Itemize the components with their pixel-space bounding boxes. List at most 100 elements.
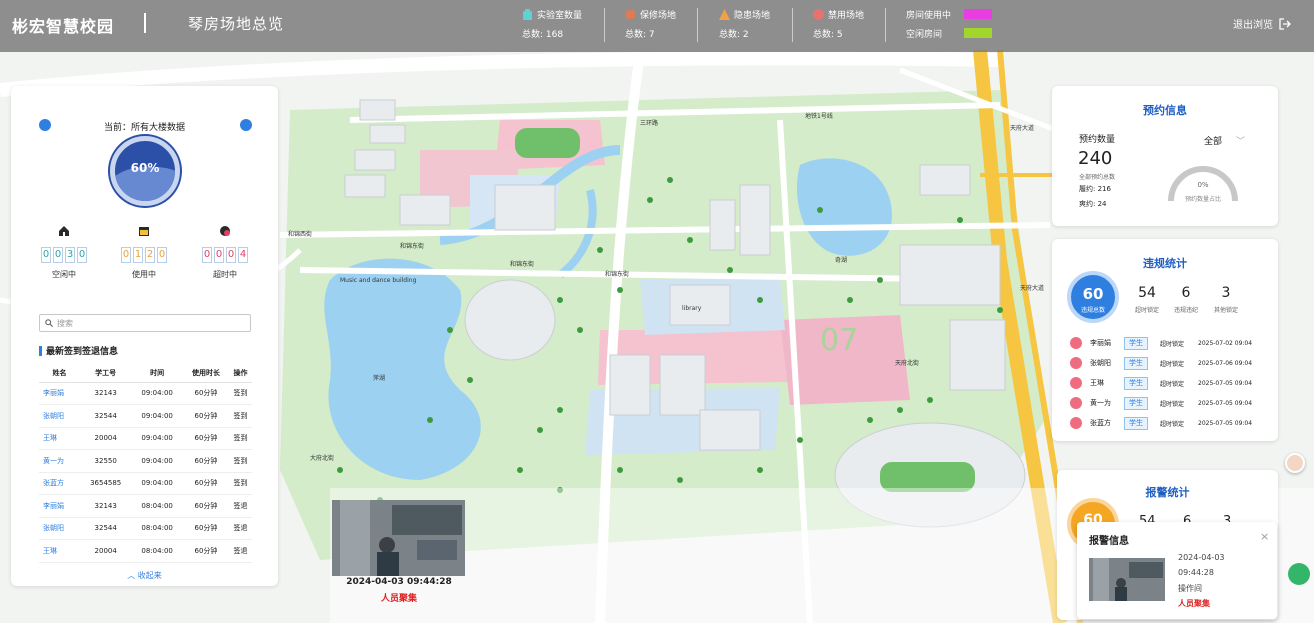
alarm-popup-snapshot[interactable] (1089, 558, 1165, 601)
violation-stat: 3 其他锁定 (1213, 285, 1238, 314)
table-row[interactable]: 李丽娟 32143 09:04:00 60分钟 签到 (39, 382, 252, 405)
table-cell: 签退 (228, 494, 252, 518)
table-cell: 签到 (228, 382, 252, 405)
top-bar: 彬宏智慧校园 琴房场地总览 实验室数量 总数: 168 保修场地 总数: 7 隐… (0, 0, 1314, 52)
table-cell: 60分钟 (182, 449, 229, 473)
role-badge: 学生 (1124, 356, 1148, 370)
map-label: 和锦东街 (400, 242, 424, 250)
section-title: 最新签到签退信息 (39, 344, 118, 357)
user-avatar-icon (1070, 357, 1082, 369)
table-cell: 20004 (80, 427, 132, 450)
checkin-table: 姓名 学工号 时间 使用时长 操作 李丽娟 32143 09:04:00 60分钟 签到… (39, 364, 252, 563)
table-row[interactable]: 李丽娟 32143 08:04:00 60分钟 签退 (39, 494, 252, 518)
legend-label: 房间使用中 (906, 10, 952, 21)
table-cell: 32143 (80, 382, 132, 405)
map-label: 大府北街 (310, 454, 334, 462)
violation-date: 2025-07-06 09:04 (1198, 359, 1253, 367)
violation-date: 2025-07-02 09:04 (1198, 339, 1253, 347)
violation-total-circle: 60 违规总数 (1067, 271, 1119, 323)
violator-name: 张蓝方 (1090, 419, 1111, 427)
stat-label: 实验室数量 (537, 10, 583, 21)
search-placeholder: 搜索 (57, 318, 73, 328)
counter-label: 超时中 (213, 270, 237, 279)
table-row[interactable]: 王琳 20004 08:04:00 60分钟 签退 (39, 539, 252, 563)
page-title: 琴房场地总览 (188, 15, 285, 33)
table-cell: 32143 (80, 494, 132, 518)
alarm-popup-date: 2024-04-03 (1178, 553, 1225, 562)
map-label: 和锦东街 (510, 260, 534, 268)
violator-name: 李丽娟 (1090, 339, 1111, 347)
logout-button[interactable]: 退出浏览 (1233, 16, 1291, 31)
close-icon[interactable]: × (1260, 530, 1269, 543)
table-cell: 60分钟 (182, 494, 229, 518)
list-item[interactable]: 李丽娟 学生 超时锁定 2025-07-02 09:04 (1070, 335, 1260, 351)
section-marker (39, 345, 42, 356)
chevron-down-icon: ﹀ (1236, 137, 1246, 147)
violation-stat: 6 违规违纪 (1173, 285, 1198, 314)
role-badge: 学生 (1124, 376, 1148, 390)
column-header: 使用时长 (182, 364, 229, 383)
map-label: Music and dance building (340, 277, 417, 284)
violation-date: 2025-07-05 09:04 (1198, 399, 1253, 407)
map-label: 地铁1号线 (805, 112, 833, 120)
list-item[interactable]: 张朝阳 学生 超时锁定 2025-07-06 09:04 (1070, 355, 1260, 371)
digit: 0 (226, 247, 236, 263)
booking-count-label: 预约数量 (1079, 135, 1116, 145)
user-avatar-icon (1070, 397, 1082, 409)
column-header: 时间 (131, 364, 183, 383)
booking-total-sub: 全部预约总数 (1079, 174, 1116, 181)
helper-icon[interactable] (1288, 563, 1310, 585)
counter-label: 使用中 (132, 270, 156, 279)
search-input[interactable]: 搜索 (39, 314, 251, 332)
table-cell: 签退 (228, 517, 252, 540)
logout-label: 退出浏览 (1233, 20, 1273, 31)
user-avatar-icon (1070, 337, 1082, 349)
map-label: 和锦东街 (605, 270, 629, 278)
table-cell: 60分钟 (182, 427, 229, 450)
home-icon (59, 226, 69, 236)
violation-stat: 54 超时锁定 (1134, 285, 1159, 314)
legend-swatch-in-use (964, 9, 992, 19)
stat-value: 总数: 5 (813, 30, 843, 40)
stat-value: 总数: 2 (719, 30, 749, 40)
left-panel: 当前：所有大楼数据 60% 0 0 3 0 空闲中 0 1 2 0 使用中 0 … (11, 86, 278, 586)
violation-reason: 超时锁定 (1160, 360, 1185, 368)
violation-date: 2025-07-05 09:04 (1198, 419, 1253, 427)
digit: 1 (133, 247, 143, 263)
list-item[interactable]: 张蓝方 学生 超时锁定 2025-07-05 09:04 (1070, 415, 1260, 431)
gauge-value: 60% (130, 161, 160, 175)
booking-filter-select[interactable]: 全部 ﹀ (1204, 134, 1245, 147)
alarm-popup-type: 人员聚集 (1178, 599, 1210, 608)
table-cell: 李丽娟 (39, 494, 81, 518)
role-badge: 学生 (1124, 336, 1148, 350)
stat-value: 总数: 7 (625, 30, 655, 40)
counter-label: 空闲中 (52, 270, 76, 279)
table-row[interactable]: 王琳 20004 09:04:00 60分钟 签到 (39, 427, 252, 450)
collapse-button[interactable]: ︿ 收起来 (11, 570, 278, 581)
user-avatar-icon (1070, 417, 1082, 429)
list-item[interactable]: 黄一为 学生 超时锁定 2025-07-05 09:04 (1070, 395, 1260, 411)
stat-label: 禁用场地 (828, 10, 865, 21)
table-row[interactable]: 张朝阳 32544 09:04:00 60分钟 签到 (39, 404, 252, 428)
counter-in-use: 0 1 2 0 使用中 (114, 225, 174, 280)
map-label: 天府大道 (1010, 124, 1034, 132)
violation-total-label: 违规总数 (1080, 307, 1105, 314)
violation-reason: 超时锁定 (1160, 400, 1185, 408)
table-row[interactable]: 张朝阳 32544 08:04:00 60分钟 签退 (39, 517, 252, 540)
counter-overtime: 0 0 0 4 超时中 (195, 225, 255, 280)
table-cell: 09:04:00 (131, 472, 183, 495)
table-cell: 60分钟 (182, 404, 229, 428)
assistant-avatar[interactable] (1285, 453, 1305, 473)
booking-title: 预约信息 (1143, 104, 1187, 117)
warning-icon (719, 8, 730, 20)
table-cell: 08:04:00 (131, 539, 183, 563)
violation-reason: 超时锁定 (1160, 340, 1185, 348)
table-cell: 60分钟 (182, 517, 229, 540)
divider (885, 8, 886, 42)
digit: 0 (77, 247, 87, 263)
digit: 3 (65, 247, 75, 263)
table-row[interactable]: 张蓝方 3654585 09:04:00 60分钟 签到 (39, 472, 252, 495)
camera-snapshot[interactable] (332, 500, 465, 576)
table-row[interactable]: 黄一为 32550 09:04:00 60分钟 签到 (39, 449, 252, 473)
list-item[interactable]: 王琳 学生 超时锁定 2025-07-05 09:04 (1070, 375, 1260, 391)
